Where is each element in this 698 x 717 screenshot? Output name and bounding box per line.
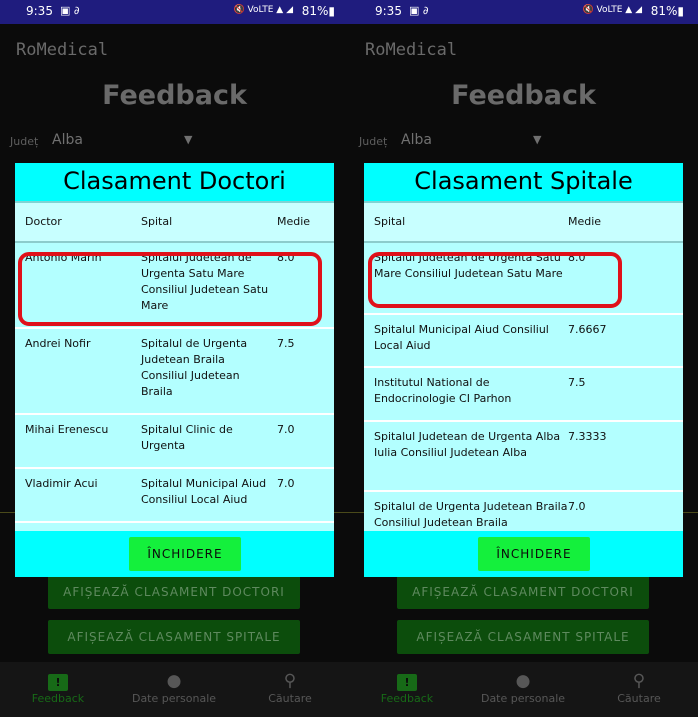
table-row[interactable]: Andrei Nofir Spitalul de Urgenta Judetea… bbox=[15, 329, 334, 415]
status-bar: 9:35 ▣ ∂ 🔇 VoLTE ▲ ◢ 81%▮ bbox=[349, 0, 698, 24]
dialog-footer: ÎNCHIDERE bbox=[15, 531, 334, 577]
notification-icons: ▣ ∂ bbox=[409, 4, 429, 17]
table-header: Spital Medie bbox=[364, 203, 683, 243]
hospital-name: Spitalul Municipal Aiud Consiliul Local … bbox=[374, 323, 549, 352]
hospitals-ranking-dialog: Clasament Spitale Spital Medie Spitalul … bbox=[364, 163, 683, 577]
hospital-name: Spitalul de Urgenta Judetean Braila Cons… bbox=[141, 337, 248, 398]
hospital-name: Spitalul Judetean de Urgenta Alba Iulia … bbox=[374, 430, 561, 459]
average-score: 7.6667 bbox=[568, 323, 607, 336]
nav-label: Feedback bbox=[380, 692, 434, 705]
average-score: 7.5 bbox=[277, 337, 295, 350]
header-hospital: Spital bbox=[141, 215, 173, 228]
ranking-table[interactable]: Doctor Spital Medie Antonio Marin Spital… bbox=[15, 201, 334, 531]
average-score: 8.0 bbox=[568, 251, 586, 264]
search-icon: ⚲ bbox=[283, 671, 297, 691]
show-hospitals-ranking-button[interactable]: AFIȘEAZĂ CLASAMENT SPITALE bbox=[48, 620, 300, 654]
table-row[interactable]: Spitalul Judetean de Urgenta Satu Mare C… bbox=[364, 243, 683, 315]
table-row[interactable]: Spitalul Municipal Aiud Consiliul Local … bbox=[364, 315, 683, 368]
table-row[interactable]: Spitalul Judetean de Urgenta Alba Iulia … bbox=[364, 422, 683, 492]
table-row[interactable]: Spitalul de Urgenta Judetean Braila Cons… bbox=[364, 492, 683, 531]
battery-indicator: 81%▮ bbox=[301, 4, 335, 18]
nav-label: Căutare bbox=[617, 692, 661, 705]
doctor-name: Andrei Nofir bbox=[25, 337, 91, 350]
show-doctors-ranking-button[interactable]: AFIȘEAZĂ CLASAMENT DOCTORI bbox=[48, 575, 300, 609]
status-time: 9:35 bbox=[26, 4, 53, 18]
header-hospital: Spital bbox=[374, 215, 406, 228]
average-score: 7.0 bbox=[568, 500, 586, 513]
hospital-name: Spitalul Judetean de Urgenta Satu Mare C… bbox=[374, 251, 563, 280]
nav-label: Date personale bbox=[131, 692, 217, 705]
nav-personal-data[interactable]: ● Date personale bbox=[119, 670, 229, 705]
doctor-name: Antonio Marin bbox=[25, 251, 102, 264]
average-score: 7.0 bbox=[277, 423, 295, 436]
county-label: Județ bbox=[359, 135, 388, 148]
nav-search[interactable]: ⚲ Căutare bbox=[235, 670, 345, 705]
header-doctor: Doctor bbox=[25, 215, 62, 228]
person-icon: ● bbox=[515, 671, 531, 691]
signal-icons: 🔇 VoLTE ▲ ◢ bbox=[582, 5, 642, 15]
nav-feedback[interactable]: ! Feedback bbox=[352, 670, 462, 705]
header-average: Medie bbox=[277, 215, 311, 228]
county-select[interactable]: Alba bbox=[52, 132, 83, 148]
left-screen: 9:35 ▣ ∂ 🔇 VoLTE ▲ ◢ 81%▮ RoMedical Feed… bbox=[0, 0, 349, 717]
dialog-title: Clasament Spitale bbox=[414, 167, 633, 195]
header-average: Medie bbox=[568, 215, 602, 228]
average-score: 8.0 bbox=[277, 251, 295, 264]
table-row[interactable]: Mihai Erenescu Spitalul Clinic de Urgent… bbox=[15, 415, 334, 469]
table-header: Doctor Spital Medie bbox=[15, 203, 334, 243]
dropdown-arrow-icon[interactable]: ▼ bbox=[533, 133, 541, 146]
app-title: RoMedical bbox=[365, 40, 458, 60]
nav-label: Căutare bbox=[268, 692, 312, 705]
county-select[interactable]: Alba bbox=[401, 132, 432, 148]
nav-label: Date personale bbox=[480, 692, 566, 705]
average-score: 7.3333 bbox=[568, 430, 607, 443]
status-bar: 9:35 ▣ ∂ 🔇 VoLTE ▲ ◢ 81%▮ bbox=[0, 0, 349, 24]
nav-personal-data[interactable]: ● Date personale bbox=[468, 670, 578, 705]
nav-feedback[interactable]: ! Feedback bbox=[3, 670, 113, 705]
bottom-navigation: ! Feedback ● Date personale ⚲ Căutare bbox=[349, 662, 698, 717]
battery-indicator: 81%▮ bbox=[650, 4, 684, 18]
close-button[interactable]: ÎNCHIDERE bbox=[129, 537, 241, 571]
feedback-icon: ! bbox=[3, 670, 113, 692]
hospital-name: Institutul National de Endocrinologie CI… bbox=[374, 376, 512, 405]
feedback-icon: ! bbox=[352, 670, 462, 692]
average-score: 7.5 bbox=[568, 376, 586, 389]
nav-search[interactable]: ⚲ Căutare bbox=[584, 670, 694, 705]
show-doctors-ranking-button[interactable]: AFIȘEAZĂ CLASAMENT DOCTORI bbox=[397, 575, 649, 609]
table-row[interactable]: Antonio Marin Spitalul Judetean de Urgen… bbox=[15, 243, 334, 329]
bottom-navigation: ! Feedback ● Date personale ⚲ Căutare bbox=[0, 662, 349, 717]
county-label: Județ bbox=[10, 135, 39, 148]
hospital-name: Spitalul Municipal Aiud Consiliul Local … bbox=[141, 477, 267, 506]
hospital-name: Spitalul Judetean de Urgenta Satu Mare C… bbox=[141, 251, 269, 312]
table-row[interactable]: Institutul National de Endocrinologie CI… bbox=[364, 368, 683, 422]
table-row[interactable]: Vladimir Acui Spitalul Municipal Aiud Co… bbox=[15, 469, 334, 523]
nav-label: Feedback bbox=[31, 692, 85, 705]
hospital-name: Spitalul Clinic de Urgenta bbox=[141, 423, 233, 452]
average-score: 7.0 bbox=[277, 477, 295, 490]
page-title: Feedback bbox=[451, 80, 596, 111]
close-button[interactable]: ÎNCHIDERE bbox=[478, 537, 590, 571]
right-screen: 9:35 ▣ ∂ 🔇 VoLTE ▲ ◢ 81%▮ RoMedical Feed… bbox=[349, 0, 698, 717]
doctor-name: Mihai Erenescu bbox=[25, 423, 109, 436]
person-icon: ● bbox=[166, 671, 182, 691]
dropdown-arrow-icon[interactable]: ▼ bbox=[184, 133, 192, 146]
dialog-title: Clasament Doctori bbox=[63, 167, 286, 195]
app-title: RoMedical bbox=[16, 40, 109, 60]
notification-icons: ▣ ∂ bbox=[60, 4, 80, 17]
dialog-footer: ÎNCHIDERE bbox=[364, 531, 683, 577]
signal-icons: 🔇 VoLTE ▲ ◢ bbox=[233, 5, 293, 15]
status-time: 9:35 bbox=[375, 4, 402, 18]
hospital-name: Spitalul de Urgenta Judetean Braila Cons… bbox=[374, 500, 568, 529]
doctor-name: Vladimir Acui bbox=[25, 477, 98, 490]
ranking-table[interactable]: Spital Medie Spitalul Judetean de Urgent… bbox=[364, 201, 683, 531]
show-hospitals-ranking-button[interactable]: AFIȘEAZĂ CLASAMENT SPITALE bbox=[397, 620, 649, 654]
search-icon: ⚲ bbox=[632, 671, 646, 691]
doctors-ranking-dialog: Clasament Doctori Doctor Spital Medie An… bbox=[15, 163, 334, 577]
page-title: Feedback bbox=[102, 80, 247, 111]
